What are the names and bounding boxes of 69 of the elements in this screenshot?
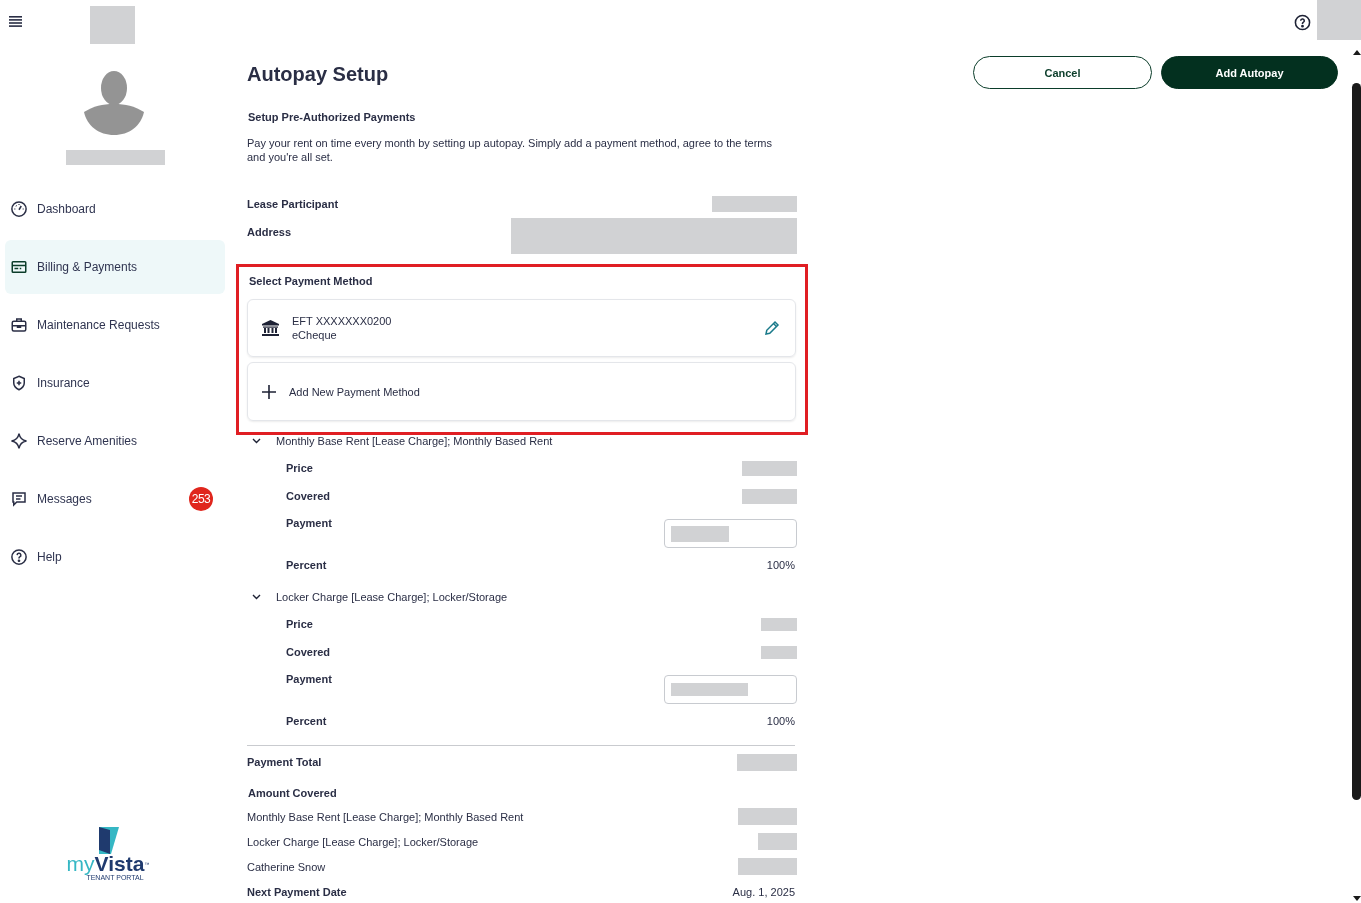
row-label: Covered [286,646,331,658]
menu-icon[interactable] [9,16,22,27]
count-badge: 253 [189,487,213,511]
nav-item[interactable]: Billing & Payments [5,240,225,294]
add-payment-method-button[interactable]: Add New Payment Method [247,362,796,421]
toolbox-icon [10,316,28,334]
plus-icon [262,384,276,399]
covered-item-label: Locker Charge [Lease Charge]; Locker/Storage [247,835,479,848]
redacted-block [761,645,797,659]
nav-item[interactable]: Maintenance Requests [5,298,225,352]
redacted-block [737,753,797,771]
redacted-block [671,525,729,542]
redacted-block [758,833,797,850]
amount-input[interactable] [664,675,797,704]
detail-label: Address [247,226,292,238]
payment-method-text: EFT XXXXXXX0200 eCheque [292,314,393,342]
next-payment-label: Next Payment Date [247,886,347,898]
row-label: Payment [286,673,332,685]
help-icon[interactable] [1294,14,1311,31]
avatar-silhouette [84,70,144,135]
row-label: Percent [286,715,327,727]
row-label: Payment [286,517,332,529]
shield-icon [10,374,28,392]
nav-item[interactable]: Reserve Amenities [5,414,225,468]
cancel-button[interactable]: Cancel [973,56,1152,89]
row-label: Price [286,618,313,630]
section-heading: Amount Covered [247,786,338,801]
next-payment-date: Aug. 1, 2025 [732,886,796,898]
pencil-icon[interactable] [763,319,781,337]
nav-item[interactable]: Messages 253 [5,472,225,526]
total-label: Payment Total [247,756,322,768]
logo-wordmark: myVista$^{™}$ [66,854,150,874]
row-label: Price [286,462,313,474]
row-label: Covered [286,490,331,502]
payment-method-card[interactable]: EFT XXXXXXX0200 eCheque [247,299,796,357]
row-label: Percent [286,559,327,571]
redacted-block [738,808,797,825]
amount-input[interactable] [664,519,797,548]
gauge-icon [10,200,28,218]
add-autopay-button[interactable]: Add Autopay [1161,56,1338,89]
charge-header[interactable]: Locker Charge [Lease Charge]; Locker/Storage [247,590,797,604]
nav-item[interactable]: Help [5,530,225,584]
card-icon [10,258,28,276]
nav-item[interactable]: Insurance [5,356,225,410]
redacted-block [738,858,797,875]
help-icon [10,548,28,566]
redacted-block [742,460,797,476]
intro-text: Pay your rent on time every month by setting up autopay. Simply add a payment method, agree to the terms and you're all set. [247,136,774,164]
sparkle-icon [10,432,28,450]
covered-item-label: Catherine Snow [247,860,326,873]
charge-header[interactable]: Monthly Base Rent [Lease Charge]; Monthly Based Rent [247,434,797,448]
image-placeholder [90,6,135,44]
nav-item[interactable]: Dashboard [5,182,225,236]
section-heading: Select Payment Method [248,274,374,288]
covered-item-label: Monthly Base Rent [Lease Charge]; Monthly Based Rent [247,810,524,823]
scroll-up-icon[interactable] [1352,50,1361,55]
scrollbar[interactable] [1352,50,1361,903]
row-value: 100% [766,559,796,571]
redacted-block [761,617,797,631]
message-icon [10,490,28,508]
section-heading: Setup Pre-Authorized Payments [247,110,417,124]
redacted-block [742,488,797,504]
row-value: 100% [766,715,796,727]
page-title: Autopay Setup [247,62,390,86]
detail-label: Lease Participant [247,198,339,210]
scrollbar-thumb[interactable] [1352,83,1361,800]
door-logo-icon [97,827,119,854]
bank-icon [262,320,279,336]
scroll-down-icon[interactable] [1352,896,1361,901]
